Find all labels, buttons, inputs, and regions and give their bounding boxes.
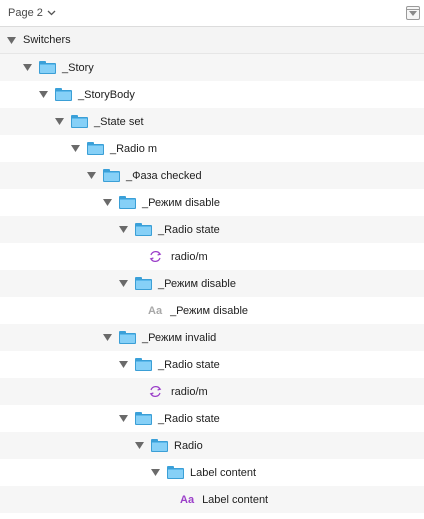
layer-row-group[interactable]: _State set (0, 108, 424, 135)
collapse-triangle-icon[interactable] (38, 90, 48, 100)
collapse-triangle-icon[interactable] (6, 35, 16, 45)
section-title: Switchers (23, 34, 71, 46)
layer-name: _Режим disable (170, 304, 249, 317)
layer-row-group[interactable]: _Режим disable (0, 189, 424, 216)
collapse-panel-button[interactable] (406, 6, 420, 20)
symbol-instance-icon (148, 384, 163, 399)
layer-list: _Story _StoryBody _State set _Radio m _Фаза … (0, 54, 424, 513)
layer-name: _Режим invalid (142, 331, 217, 344)
text-layer-icon: Aa (180, 493, 195, 506)
collapse-triangle-icon[interactable] (54, 117, 64, 127)
folder-icon (135, 358, 152, 371)
chevron-down-icon (47, 10, 56, 16)
collapse-triangle-icon[interactable] (22, 63, 32, 73)
page-selector[interactable]: Page 2 (8, 7, 56, 19)
collapse-triangle-icon[interactable] (102, 198, 112, 208)
page-header: Page 2 (0, 0, 424, 27)
layer-name: _State set (94, 115, 144, 128)
folder-icon (71, 115, 88, 128)
collapse-triangle-icon[interactable] (118, 225, 128, 235)
folder-icon (39, 61, 56, 74)
collapse-triangle-icon[interactable] (150, 468, 160, 478)
symbol-instance-icon (148, 249, 163, 264)
collapse-triangle-icon[interactable] (102, 333, 112, 343)
folder-icon (119, 196, 136, 209)
layer-name: _Radio m (110, 142, 158, 155)
folder-icon (135, 277, 152, 290)
folder-icon (151, 439, 168, 452)
layer-row-group[interactable]: _Radio state (0, 405, 424, 432)
collapse-triangle-icon[interactable] (134, 441, 144, 451)
layer-name: _Radio state (158, 223, 220, 236)
layer-name: _StoryBody (78, 88, 135, 101)
collapse-triangle-icon[interactable] (118, 414, 128, 424)
layer-name: _Story (62, 61, 94, 74)
layer-name: radio/m (171, 250, 208, 263)
layer-name: _Режим disable (158, 277, 236, 290)
folder-icon (119, 331, 136, 344)
folder-icon (135, 223, 152, 236)
layer-name: _Radio state (158, 358, 220, 371)
collapse-triangle-icon[interactable] (86, 171, 96, 181)
folder-icon (87, 142, 104, 155)
layer-row-group[interactable]: _Radio m (0, 135, 424, 162)
folder-icon (55, 88, 72, 101)
folder-icon (103, 169, 120, 182)
layer-name: _Фаза checked (126, 169, 202, 182)
layer-row-text[interactable]: Aa Label content (0, 486, 424, 513)
layer-name: Label content (202, 493, 269, 506)
layer-name: _Режим disable (142, 196, 220, 209)
layer-name: _Radio state (158, 412, 220, 425)
layer-row-group[interactable]: _Фаза checked (0, 162, 424, 189)
layer-row-group[interactable]: _Режим disable (0, 270, 424, 297)
collapse-triangle-icon[interactable] (70, 144, 80, 154)
layer-row-group[interactable]: _Radio state (0, 216, 424, 243)
layer-name: Label content (190, 466, 257, 479)
layer-row-group[interactable]: _StoryBody (0, 81, 424, 108)
layer-row-group[interactable]: _Режим invalid (0, 324, 424, 351)
layer-row-text[interactable]: Aa _Режим disable (0, 297, 424, 324)
layer-row-symbol[interactable]: radio/m (0, 243, 424, 270)
triangle-down-icon (409, 11, 417, 16)
layer-row-group[interactable]: Label content (0, 459, 424, 486)
layer-name: Radio (174, 439, 203, 452)
layer-row-symbol[interactable]: radio/m (0, 378, 424, 405)
layer-section-switchers[interactable]: Switchers (0, 27, 424, 54)
text-layer-icon: Aa (148, 304, 163, 317)
page-label: Page 2 (8, 7, 43, 19)
layer-row-group[interactable]: Radio (0, 432, 424, 459)
collapse-triangle-icon[interactable] (118, 279, 128, 289)
layer-row-group[interactable]: _Story (0, 54, 424, 81)
layer-row-group[interactable]: _Radio state (0, 351, 424, 378)
layer-name: radio/m (171, 385, 208, 398)
collapse-triangle-icon[interactable] (118, 360, 128, 370)
folder-icon (135, 412, 152, 425)
folder-icon (167, 466, 184, 479)
